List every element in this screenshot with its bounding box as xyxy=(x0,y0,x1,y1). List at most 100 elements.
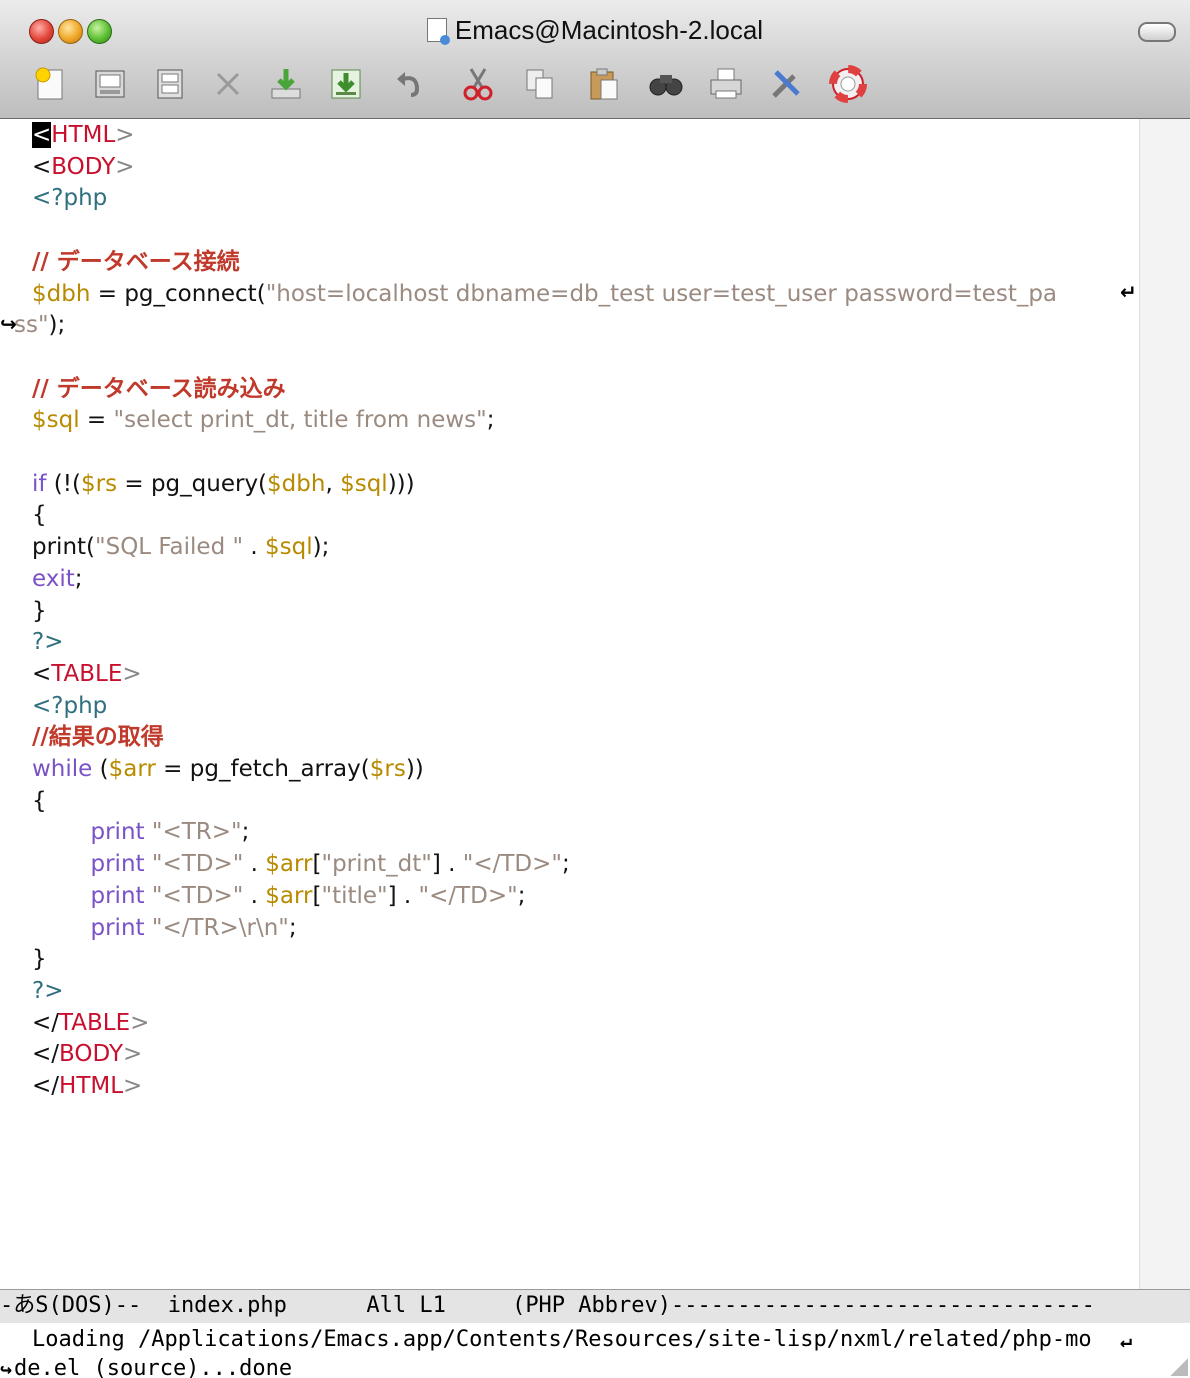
code-line: print("SQL Failed " . $sql); xyxy=(32,531,329,563)
code-token: "</TR>\r\n" xyxy=(151,914,289,941)
undo-icon[interactable] xyxy=(390,62,430,106)
title-bar: Emacs@Macintosh-2.local xyxy=(0,0,1190,119)
code-token: "</TD>" xyxy=(462,851,562,878)
code-token: "host=localhost dbname=db_test user=test… xyxy=(265,280,1058,307)
code-token: $arr xyxy=(108,756,156,782)
code-token: = xyxy=(79,407,114,434)
help-icon[interactable] xyxy=(828,62,868,106)
wrap-continuation-icon: ↵ xyxy=(1120,280,1137,304)
code-token: print xyxy=(90,851,145,878)
code-token: ))) xyxy=(387,470,415,497)
code-token: while xyxy=(32,756,93,782)
code-token: print( xyxy=(32,534,96,561)
minibuffer-wrap-start-icon: ↪ xyxy=(0,1357,13,1378)
code-token: //結果の取得 xyxy=(32,724,164,751)
minibuffer[interactable]: Loading /Applications/Emacs.app/Contents… xyxy=(0,1323,1190,1378)
document-proxy-icon[interactable] xyxy=(426,18,450,45)
editor-buffer[interactable]: <HTML> <BODY> <?php// データベース接続 $dbh = pg_co… xyxy=(0,119,1190,1289)
save-icon[interactable] xyxy=(266,62,306,106)
code-token: [ xyxy=(312,851,322,878)
preferences-icon[interactable] xyxy=(766,62,806,106)
print-icon[interactable] xyxy=(706,62,746,106)
code-token: ; xyxy=(74,565,83,592)
code-token: { xyxy=(32,502,47,529)
code-line: print "<TD>" . $arr["title"] . "</TD>"; xyxy=(32,880,526,912)
close-buffer-icon[interactable] xyxy=(208,62,248,106)
dired-icon[interactable] xyxy=(150,62,190,106)
open-file-icon[interactable] xyxy=(90,62,130,106)
emacs-window: Emacs@Macintosh-2.local <HTML> <BODY> <?… xyxy=(0,0,1190,1378)
code-line: print "<TR>"; xyxy=(32,816,250,848)
code-token: $rs xyxy=(80,470,118,497)
code-token: ; xyxy=(288,914,297,941)
code-token: . xyxy=(243,534,265,561)
code-line: <?php xyxy=(32,690,107,722)
code-token: { xyxy=(32,787,47,814)
code-line: // データベース読み込み xyxy=(32,373,286,405)
code-line: $dbh = pg_connect("host=localhost dbname… xyxy=(32,278,1057,310)
code-token: ; xyxy=(241,819,250,846)
code-token: ; xyxy=(517,882,526,909)
resize-grip[interactable] xyxy=(1170,1358,1188,1376)
code-token: > xyxy=(130,1009,150,1036)
code-token: print xyxy=(90,819,145,846)
code-token: TABLE xyxy=(51,660,123,687)
code-token: } xyxy=(32,946,47,973)
code-token: [ xyxy=(312,882,322,909)
code-token: > xyxy=(115,153,135,180)
code-token: ; xyxy=(561,851,570,878)
code-line: print "<TD>" . $arr["print_dt"] . "</TD>… xyxy=(32,848,570,880)
code-line: { xyxy=(32,785,47,817)
wrap-start-icon: ↪ xyxy=(0,312,17,336)
code-token: ); xyxy=(48,312,66,339)
code-token: "print_dt" xyxy=(321,851,432,878)
code-token: $ xyxy=(32,280,47,307)
code-line: <?php xyxy=(32,182,107,214)
code-line: $sql = "select print_dt, title from news… xyxy=(32,404,495,436)
code-token: $arr xyxy=(265,882,313,909)
toolbar-toggle-button[interactable] xyxy=(1138,22,1176,42)
cut-icon[interactable] xyxy=(458,62,498,106)
code-token: dbh xyxy=(46,280,91,307)
window-title: Emacs@Macintosh-2.local xyxy=(0,15,1190,46)
code-token: BODY xyxy=(59,1041,124,1068)
code-token: "</TD>" xyxy=(418,882,518,909)
code-token: <?php xyxy=(32,692,108,719)
code-token: > xyxy=(122,660,142,687)
new-file-icon[interactable] xyxy=(30,62,70,106)
code-token: > xyxy=(115,122,135,148)
code-line: if (!($rs = pg_query($dbh, $sql))) xyxy=(32,468,415,500)
mode-line: -あS(DOS)-- index.php All L1 (PHP Abbrev)… xyxy=(0,1289,1190,1324)
code-token: "title" xyxy=(321,882,388,909)
paste-icon[interactable] xyxy=(584,62,624,106)
save-as-icon[interactable] xyxy=(326,62,366,106)
code-line: } xyxy=(32,595,47,627)
code-token: $sql xyxy=(32,407,80,434)
code-token: TABLE xyxy=(59,1009,131,1036)
code-token: print xyxy=(90,914,145,941)
code-line: print "</TR>\r\n"; xyxy=(32,912,297,944)
code-token: , xyxy=(325,470,341,497)
code-line: // データベース接続 xyxy=(32,246,240,278)
code-token: exit xyxy=(32,565,75,592)
code-token: < xyxy=(32,122,52,148)
code-token: // データベース読み込み xyxy=(32,375,286,402)
search-icon[interactable] xyxy=(646,62,686,106)
code-token: </ xyxy=(32,1073,60,1099)
code-token: if xyxy=(32,470,47,497)
code-line: exit; xyxy=(32,563,83,595)
code-line: ?> xyxy=(32,626,63,658)
copy-icon[interactable] xyxy=(520,62,560,106)
code-line: </TABLE> xyxy=(32,1007,149,1039)
code-token: $sql xyxy=(340,470,388,497)
code-token: = pg_query( xyxy=(117,470,268,497)
code-line: ?> xyxy=(32,975,63,1007)
code-token: > xyxy=(123,1041,143,1068)
code-token: "<TR>" xyxy=(151,819,242,846)
vertical-scrollbar[interactable] xyxy=(1139,119,1190,1289)
code-line: } xyxy=(32,943,47,975)
